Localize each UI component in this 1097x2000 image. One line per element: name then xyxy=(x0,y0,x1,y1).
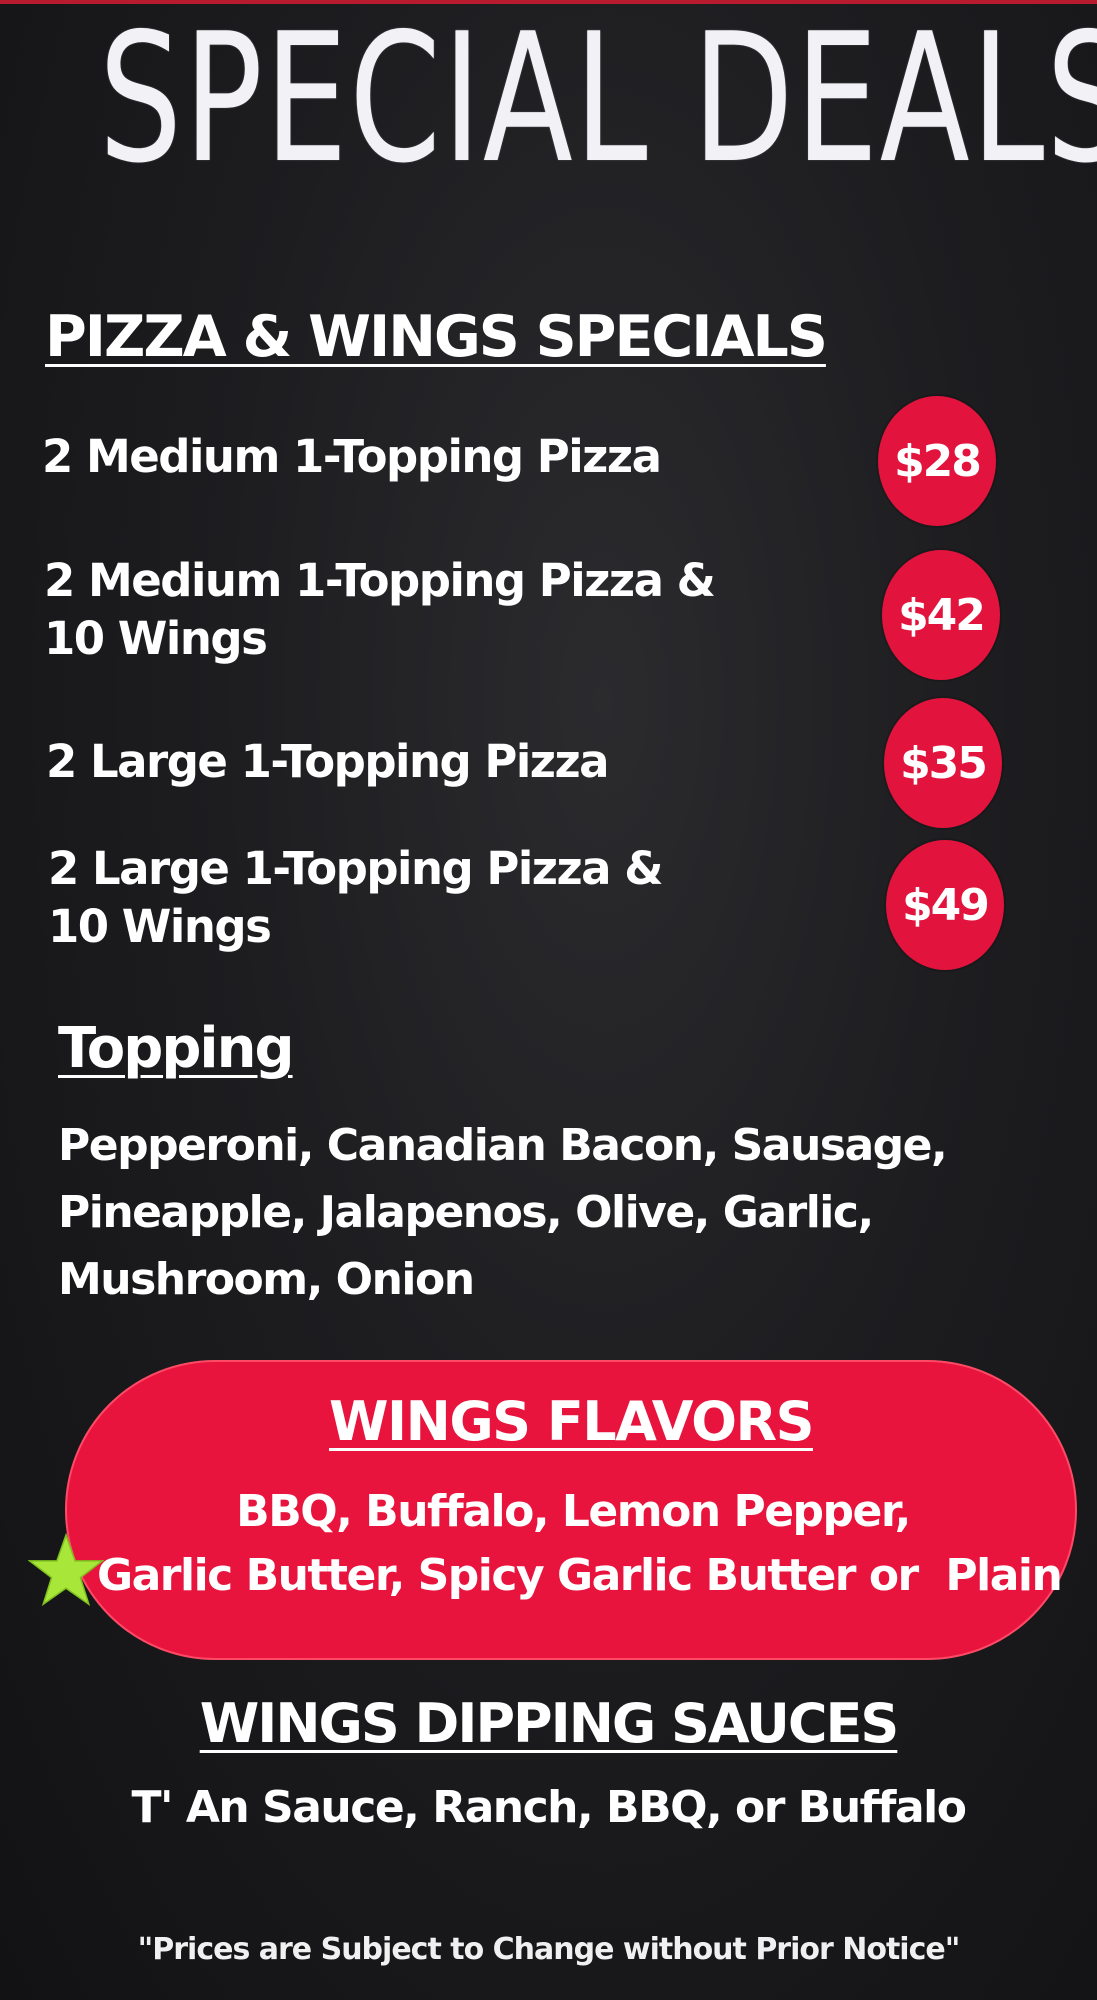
deal-item-4: 2 Large 1-Topping Pizza & 10 Wings xyxy=(48,840,663,956)
deal-item-2: 2 Medium 1-Topping Pizza & 10 Wings xyxy=(44,552,716,668)
deal-label-line2: 10 Wings xyxy=(48,900,272,953)
star-icon xyxy=(28,1532,104,1607)
topping-line: Pineapple, Jalapenos, Olive, Garlic, xyxy=(58,1187,874,1238)
wings-flavors-heading: WINGS FLAVORS xyxy=(328,1390,815,1453)
deal-label-line2: 10 Wings xyxy=(44,612,268,665)
wings-flavor-line: Garlic Butter, Spicy Garlic Butter or Pl… xyxy=(97,1550,1063,1601)
dipping-sauces-heading: WINGS DIPPING SAUCES xyxy=(199,1692,900,1755)
price-badge: $49 xyxy=(886,840,1004,970)
deal-label: 2 Medium 1-Topping Pizza xyxy=(42,430,662,483)
price-badge: $28 xyxy=(878,396,996,526)
page-title: SPECIAL DEALS xyxy=(98,0,1097,202)
wings-flavor-line: BBQ, Buffalo, Lemon Pepper, xyxy=(236,1486,911,1537)
price-badge: $42 xyxy=(882,550,1000,680)
deal-label-line1: 2 Medium 1-Topping Pizza & xyxy=(44,554,716,607)
topping-heading: Topping xyxy=(58,1016,295,1081)
deal-label: 2 Large 1-Topping Pizza xyxy=(46,735,610,788)
price-badge: $35 xyxy=(884,698,1002,828)
topping-line: Mushroom, Onion xyxy=(58,1254,475,1305)
deal-item-3: 2 Large 1-Topping Pizza xyxy=(46,733,610,791)
deal-item-1: 2 Medium 1-Topping Pizza xyxy=(42,428,662,486)
menu-board: SPECIAL DEALS PIZZA & WINGS SPECIALS 2 M… xyxy=(0,0,1097,2000)
wings-flavors-list: BBQ, Buffalo, Lemon Pepper, Garlic Butte… xyxy=(97,1480,1063,1608)
topping-line: Pepperoni, Canadian Bacon, Sausage, xyxy=(58,1120,948,1171)
deal-label-line1: 2 Large 1-Topping Pizza & xyxy=(48,842,663,895)
pizza-wings-heading: PIZZA & WINGS SPECIALS xyxy=(45,304,828,370)
wings-flavors-panel: WINGS FLAVORS BBQ, Buffalo, Lemon Pepper… xyxy=(65,1360,1077,1660)
topping-list: Pepperoni, Canadian Bacon, Sausage, Pine… xyxy=(58,1112,1018,1313)
dipping-sauces-list: T' An Sauce, Ranch, BBQ, or Buffalo xyxy=(131,1782,967,1833)
price-notice: "Prices are Subject to Change without Pr… xyxy=(137,1932,961,1967)
